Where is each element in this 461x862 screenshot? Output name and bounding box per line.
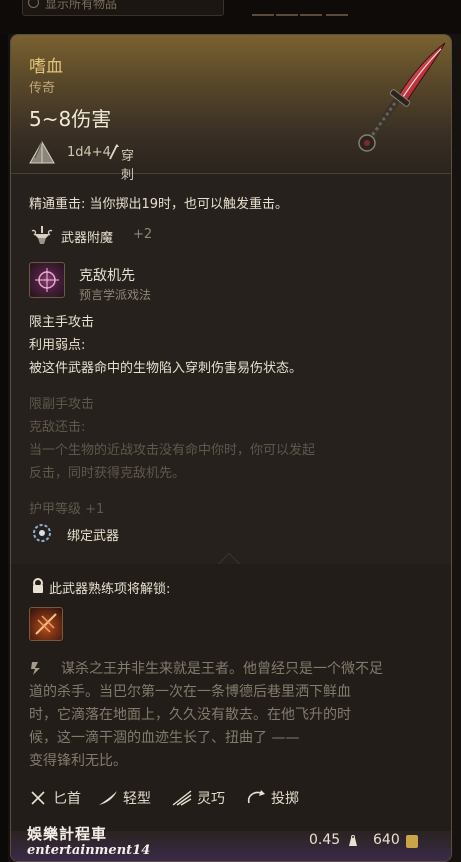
watermark-handle: entertainment14 [27,843,151,858]
dagger-icon [31,791,45,805]
enchant-label: 武器附魔 [61,231,114,246]
proficiency-icon[interactable] [29,607,63,641]
item-rarity: 传奇 [29,81,56,96]
item-weight: 0.45 [309,832,341,848]
exploit-title: 利用弱点: [29,338,86,353]
watermark-title: 娛樂計程車 [27,825,108,843]
search-icon [28,0,39,8]
weight-icon [349,835,357,846]
riposte-title: 克敌还击: [29,420,86,435]
lore-line-2: 道的杀手。当巴尔第一次在一条博德后巷里洒下鲜血 [29,684,351,700]
bind-weapon-label: 绑定武器 [67,529,120,544]
riposte-desc-1: 当一个生物的近战攻击没有命中你时，你可以发起 [29,443,316,458]
d4-icon [29,141,55,164]
tag-finesse: 灵巧 [197,791,225,807]
tag-dagger: 匕首 [53,791,81,807]
tooltip-header: 嗜血 传奇 5~8伤害 1d4+4 穿刺 [11,35,451,183]
ac-bonus: 护甲等级 +1 [29,502,105,517]
top-strip: 显示所有物品 [0,0,461,34]
damage-type: 穿刺 [121,149,135,183]
lore-line-4: 候，这一滴干涸的血迹生长了、扭曲了 —— [29,730,300,746]
bind-icon [33,524,51,542]
damage-dice: 1d4+4 [67,145,111,160]
spell-name: 克敌机先 [79,268,135,284]
spell-school: 预言学派戏法 [79,288,152,302]
tag-thrown: 投掷 [271,791,299,807]
crit-text: 精通重击: 当你掷出19时，也可以触发重击。 [29,197,289,212]
search-bar[interactable]: 显示所有物品 [22,0,224,16]
exploit-desc: 被这件武器命中的生物陷入穿刺伤害易伤状态。 [29,361,303,376]
sort-tab-icon[interactable] [276,0,298,16]
item-damage: 5~8伤害 [29,107,112,131]
gold-icon [406,835,418,848]
tag-light: 轻型 [123,791,151,807]
list-tab-icon[interactable] [326,0,348,16]
item-tooltip: 嗜血 传奇 5~8伤害 1d4+4 穿刺 精通重击: 当你掷出19时，也可以触发… [10,34,452,862]
left-panel-edge [0,34,8,862]
search-placeholder: 显示所有物品 [45,0,118,11]
thrown-icon [247,790,265,804]
lore-line-1: 谋杀之王并非生来就是王者。他曾经只是一个微不足 [61,661,383,677]
finesse-icon [172,790,192,806]
feather-icon [99,791,117,805]
offhand-only: 限副手攻击 [29,397,95,412]
item-name: 嗜血 [29,57,63,77]
lock-icon [33,578,43,593]
piercing-icon [109,144,119,160]
proficiency-section: 此武器熟练项将解锁: 谋杀之王并非生来就是王者。他曾经只是一个微不足 道的杀手。… [11,564,451,861]
item-value: 640 [373,832,400,848]
lore-line-3: 时，它滴落在地面上，久久没有散去。在他飞升的时 [29,707,351,723]
main-hand-only: 限主手攻击 [29,315,95,330]
anvil-icon [31,226,53,244]
proficiency-label: 此武器熟练项将解锁: [49,582,171,597]
lore-line-5: 变得锋利无比。 [29,753,127,769]
riposte-desc-2: 反击，同时获得克敌机先。 [29,466,186,481]
view-tab-icon[interactable] [300,0,322,16]
quote-icon [31,662,40,675]
dagger-weapon-image [358,42,446,152]
enchant-value: +2 [133,227,153,242]
spell-icon[interactable] [29,262,65,298]
filter-tab-icon[interactable] [252,0,274,16]
